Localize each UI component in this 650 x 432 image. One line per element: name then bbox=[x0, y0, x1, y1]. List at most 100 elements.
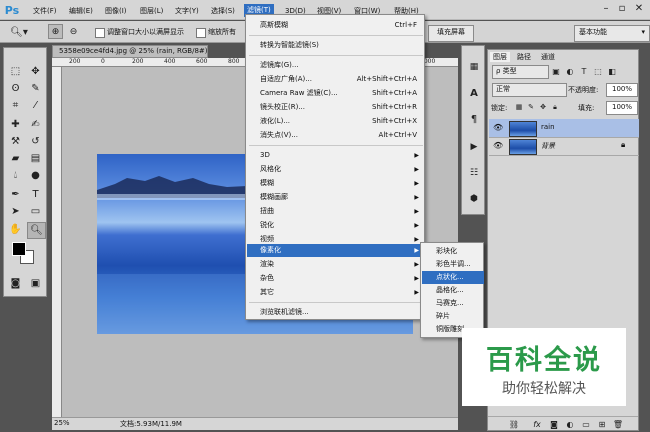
tab-paths[interactable]: 路径 bbox=[514, 52, 534, 62]
lasso-tool-icon[interactable]: ʘ bbox=[7, 81, 24, 96]
workspace-select[interactable]: 基本功能 ▾ bbox=[574, 25, 650, 42]
brush-tool-icon[interactable]: ✍ bbox=[27, 117, 44, 132]
menu-item-other[interactable]: 其它 ▶ bbox=[247, 286, 425, 299]
healing-brush-tool-icon[interactable]: ✚ bbox=[7, 117, 24, 132]
move-tool-icon[interactable]: ✥ bbox=[27, 64, 44, 79]
menu-item-vanishing-point[interactable]: 消失点(V)... Alt+Ctrl+V bbox=[247, 129, 425, 142]
zoom-tool-icon[interactable]: 🔍︎ bbox=[27, 222, 46, 239]
blend-mode-select[interactable]: 正常 bbox=[492, 83, 567, 97]
character-panel-icon[interactable]: A bbox=[466, 86, 482, 100]
fill-input[interactable]: 100% bbox=[606, 101, 638, 115]
menu-image[interactable]: 图像(I) bbox=[105, 5, 127, 17]
menu-item-blur-gallery[interactable]: 模糊画廊 ▶ bbox=[247, 191, 425, 204]
filter-pixel-icon[interactable]: ▣ bbox=[550, 65, 562, 77]
menu-layer[interactable]: 图层(L) bbox=[140, 5, 163, 17]
new-layer-icon[interactable]: ⊞ bbox=[596, 418, 608, 430]
menu-item-pixelate[interactable]: 像素化 ▶ bbox=[247, 244, 425, 257]
menu-item-liquify[interactable]: 液化(L)... Shift+Ctrl+X bbox=[247, 115, 425, 128]
layer-row-rain[interactable]: 👁︎ rain bbox=[489, 119, 639, 138]
filter-shape-icon[interactable]: ⬚ bbox=[592, 65, 604, 77]
menu-item-3d[interactable]: 3D ▶ bbox=[247, 149, 425, 162]
properties-panel-icon[interactable]: ☷ bbox=[466, 166, 482, 180]
lock-all-icon[interactable]: 🔒︎ bbox=[550, 102, 560, 112]
screen-mode-icon[interactable]: ▣ bbox=[27, 276, 44, 291]
marquee-tool-icon[interactable]: ⬚ bbox=[7, 64, 24, 79]
paragraph-panel-icon[interactable]: ¶ bbox=[466, 112, 482, 126]
history-panel-icon[interactable]: ▦ bbox=[466, 60, 482, 74]
type-tool-icon[interactable]: T bbox=[27, 187, 44, 202]
link-layers-icon[interactable]: ⛓ bbox=[508, 418, 520, 430]
filter-type-icon[interactable]: T bbox=[578, 65, 590, 77]
zoom-tool-preset-icon[interactable]: 🔍︎▾ bbox=[8, 25, 30, 39]
dodge-tool-icon[interactable]: ● bbox=[27, 168, 44, 183]
rectangle-tool-icon[interactable]: ▭ bbox=[27, 204, 44, 219]
opacity-input[interactable]: 100% bbox=[606, 83, 638, 97]
menu-item-sharpen[interactable]: 锐化 ▶ bbox=[247, 219, 425, 232]
menu-select[interactable]: 选择(S) bbox=[211, 5, 235, 17]
menu-type[interactable]: 文字(Y) bbox=[175, 5, 199, 17]
quick-select-tool-icon[interactable]: ✎ bbox=[27, 81, 44, 96]
layer-kind-filter[interactable]: ρ 类型 bbox=[492, 65, 549, 79]
zoom-in-icon[interactable]: ⊕ bbox=[48, 24, 63, 39]
zoom-all-checkbox[interactable] bbox=[196, 28, 206, 38]
gradient-tool-icon[interactable]: ▤ bbox=[27, 151, 44, 166]
eraser-tool-icon[interactable]: ▰ bbox=[7, 151, 24, 166]
add-mask-icon[interactable]: ◙ bbox=[548, 418, 560, 430]
minimize-icon[interactable]: – bbox=[598, 1, 614, 15]
menu-item-browse-online-filters[interactable]: 浏览联机滤镜... bbox=[247, 306, 425, 319]
menu-item-render[interactable]: 渲染 ▶ bbox=[247, 258, 425, 271]
submenu-item-fragment[interactable]: 碎片 bbox=[422, 310, 484, 323]
tab-channels[interactable]: 通道 bbox=[538, 52, 558, 62]
blur-tool-icon[interactable]: 💧︎ bbox=[7, 168, 24, 183]
lock-position-icon[interactable]: ✥ bbox=[538, 102, 548, 112]
foreground-color-swatch-front[interactable] bbox=[12, 242, 26, 256]
menu-item-blur[interactable]: 模糊 ▶ bbox=[247, 177, 425, 190]
filter-smart-icon[interactable]: ◧ bbox=[606, 65, 618, 77]
submenu-item-facet[interactable]: 彩块化 bbox=[422, 245, 484, 258]
zoom-out-icon[interactable]: ⊖ bbox=[66, 24, 81, 39]
new-group-icon[interactable]: ▭ bbox=[580, 418, 592, 430]
menu-item-lens-correction[interactable]: 镜头校正(R)... Shift+Ctrl+R bbox=[247, 101, 425, 114]
path-select-tool-icon[interactable]: ➤ bbox=[7, 204, 24, 219]
menu-item-convert-smart-filter[interactable]: 转换为智能滤镜(S) bbox=[247, 39, 425, 52]
menu-file[interactable]: 文件(F) bbox=[33, 5, 57, 17]
menu-item-stylize[interactable]: 风格化 ▶ bbox=[247, 163, 425, 176]
menu-item-camera-raw[interactable]: Camera Raw 滤镜(C)... Shift+Ctrl+A bbox=[247, 87, 425, 100]
actions-play-icon[interactable]: ▶ bbox=[466, 140, 482, 154]
menu-edit[interactable]: 编辑(E) bbox=[69, 5, 93, 17]
layer-name[interactable]: rain bbox=[541, 123, 555, 131]
hand-tool-icon[interactable]: ✋ bbox=[7, 222, 24, 237]
3d-panel-icon[interactable]: ⬢ bbox=[466, 192, 482, 206]
filter-adjustment-icon[interactable]: ◐ bbox=[564, 65, 576, 77]
fill-screen-button[interactable]: 填充屏幕 bbox=[428, 25, 474, 42]
menu-item-gaussian-blur[interactable]: 高斯模糊 Ctrl+F bbox=[247, 19, 425, 32]
visibility-eye-icon[interactable]: 👁︎ bbox=[493, 123, 503, 132]
quick-mask-icon[interactable]: ◙ bbox=[7, 276, 24, 291]
resize-windows-checkbox[interactable] bbox=[95, 28, 105, 38]
submenu-item-mosaic[interactable]: 马赛克... bbox=[422, 297, 484, 310]
menu-item-filter-gallery[interactable]: 滤镜库(G)... bbox=[247, 59, 425, 72]
history-brush-tool-icon[interactable]: ↺ bbox=[27, 134, 44, 149]
visibility-eye-icon[interactable]: 👁︎ bbox=[493, 141, 503, 150]
tab-layers[interactable]: 图层 bbox=[490, 52, 510, 62]
maximize-icon[interactable]: ▫ bbox=[614, 1, 630, 15]
crop-tool-icon[interactable]: ⌗ bbox=[7, 98, 24, 113]
layer-row-background[interactable]: 👁︎ 背景 🔒︎ bbox=[489, 137, 639, 156]
clone-stamp-tool-icon[interactable]: ⚒ bbox=[7, 134, 24, 149]
submenu-item-pointillize[interactable]: 点状化... bbox=[422, 271, 484, 284]
menu-item-distort[interactable]: 扭曲 ▶ bbox=[247, 205, 425, 218]
lock-transparent-icon[interactable]: ▦ bbox=[514, 102, 524, 112]
close-icon[interactable]: ✕ bbox=[631, 1, 647, 15]
eyedropper-tool-icon[interactable]: ⁄ bbox=[27, 98, 44, 113]
menu-item-adaptive-wide-angle[interactable]: 自适应广角(A)... Alt+Shift+Ctrl+A bbox=[247, 73, 425, 86]
submenu-item-color-halftone[interactable]: 彩色半调... bbox=[422, 258, 484, 271]
lock-pixels-icon[interactable]: ✎ bbox=[526, 102, 536, 112]
document-tab[interactable]: 5358e09ce4fd4.jpg @ 25% (rain, RGB/8#) * bbox=[52, 45, 208, 58]
layer-name[interactable]: 背景 bbox=[541, 141, 555, 151]
menu-item-noise[interactable]: 杂色 ▶ bbox=[247, 272, 425, 285]
adjustment-layer-icon[interactable]: ◐ bbox=[564, 418, 576, 430]
delete-layer-icon[interactable]: 🗑︎ bbox=[612, 418, 624, 430]
layer-style-icon[interactable]: fx bbox=[530, 418, 544, 430]
submenu-item-crystallize[interactable]: 晶格化... bbox=[422, 284, 484, 297]
zoom-level[interactable]: 25% bbox=[54, 419, 70, 427]
